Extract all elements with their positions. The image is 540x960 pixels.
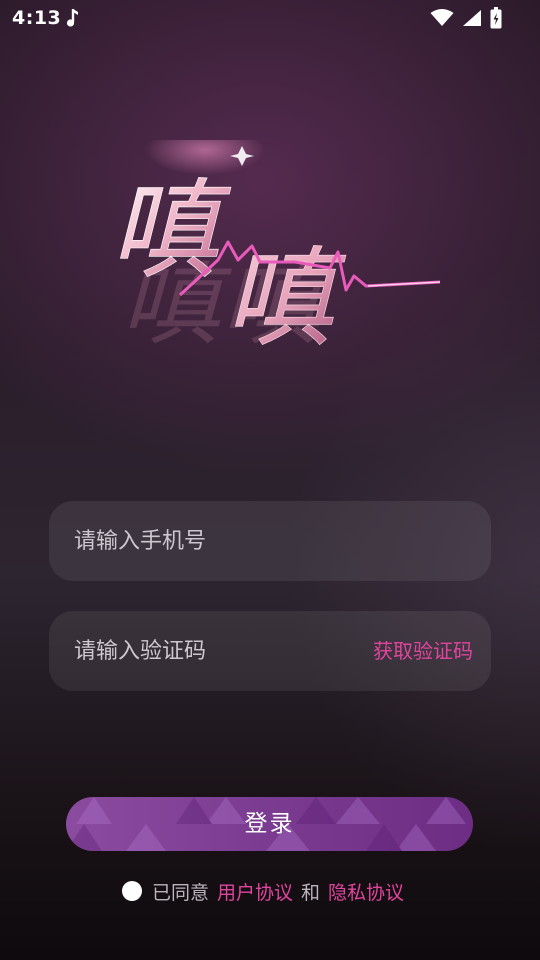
status-bar: 4:13 — [0, 0, 540, 36]
battery-icon — [490, 7, 502, 29]
agree-conjunction: 和 — [301, 881, 321, 904]
code-field[interactable]: 获取验证码 — [49, 611, 491, 691]
login-label: 登录 — [244, 811, 295, 837]
app-logo: 嗔嗔 嗔 嗔 — [110, 140, 441, 362]
phone-input[interactable] — [74, 501, 354, 581]
logo-char-1: 嗔 — [110, 169, 231, 294]
user-agreement-link[interactable]: 用户协议 — [217, 878, 293, 905]
wifi-icon — [430, 9, 454, 26]
privacy-policy-link[interactable]: 隐私协议 — [328, 878, 404, 905]
agreement-row: 已同意 用户协议 和 隐私协议 — [122, 876, 404, 906]
agree-radio[interactable] — [122, 881, 142, 901]
status-time: 4:13 — [12, 7, 62, 29]
music-note-icon — [66, 9, 78, 27]
system-icons — [430, 7, 502, 29]
code-input[interactable] — [74, 611, 354, 691]
login-button[interactable]: 登录 — [66, 797, 473, 851]
agree-prefix: 已同意 — [152, 881, 210, 904]
phone-field[interactable] — [49, 501, 491, 581]
get-code-button[interactable]: 获取验证码 — [373, 611, 473, 691]
signal-icon — [463, 10, 481, 26]
